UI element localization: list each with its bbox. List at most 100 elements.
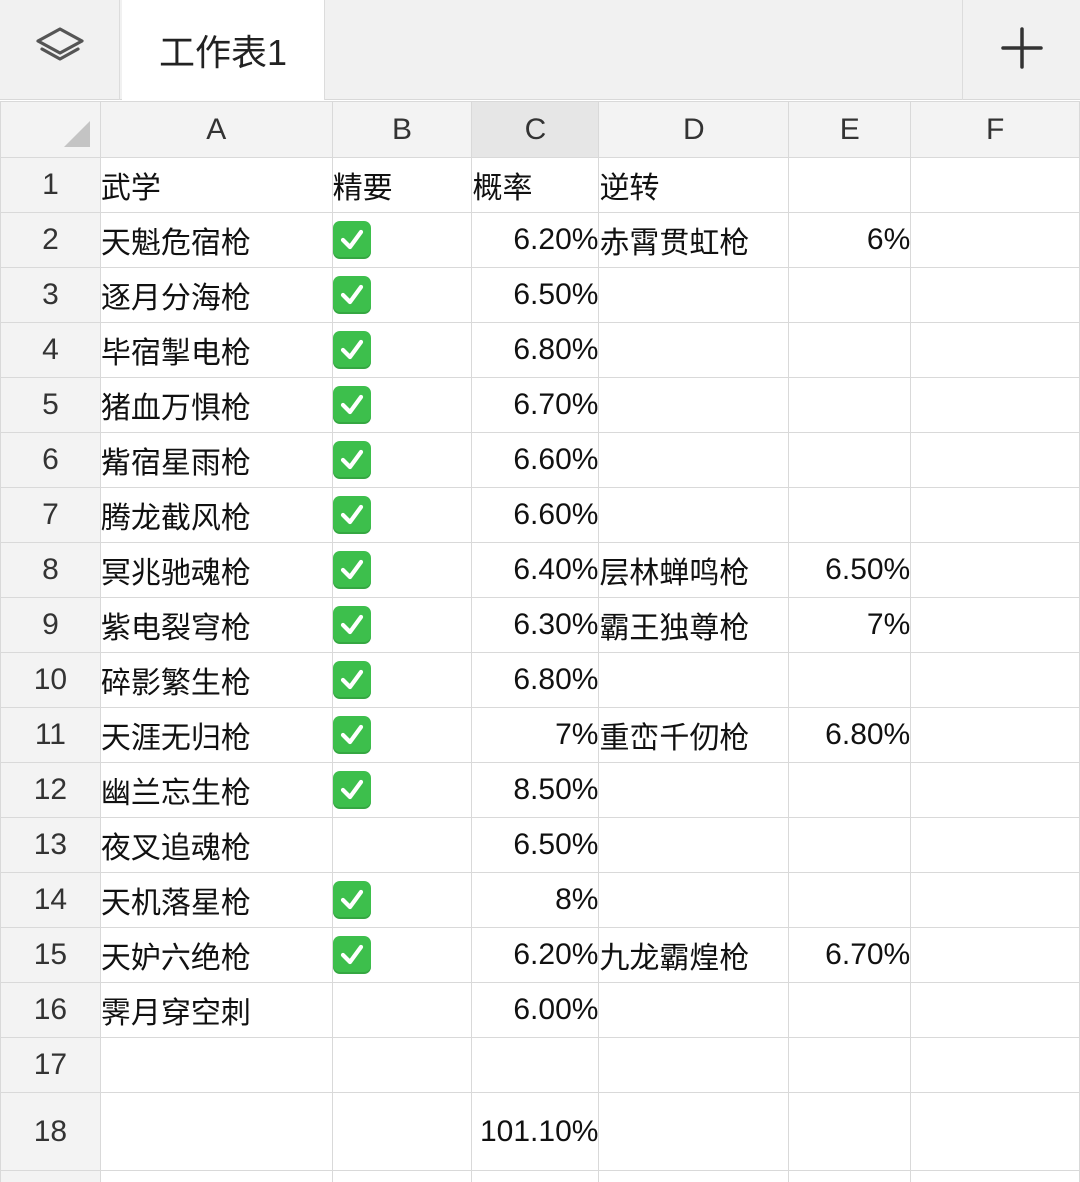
cell-c[interactable]: 8% (471, 872, 600, 928)
cell-a[interactable]: 天机落星枪 (99, 872, 333, 928)
row-header[interactable]: 4 (0, 322, 101, 378)
cell-a[interactable] (99, 1092, 333, 1171)
cell-a[interactable]: 幽兰忘生枪 (99, 762, 333, 818)
cell-b[interactable] (331, 1092, 473, 1171)
cell-e[interactable] (788, 872, 912, 928)
cell-a[interactable]: 觜宿星雨枪 (99, 432, 333, 488)
cell-c[interactable]: 6.60% (471, 432, 600, 488)
cell-d[interactable] (598, 1037, 790, 1093)
cell-b[interactable] (331, 872, 473, 928)
cell-d[interactable]: 九龙霸煌枪 (598, 927, 790, 983)
cell-a[interactable]: 碎影繁生枪 (99, 652, 333, 708)
cell-e[interactable]: 6.80% (788, 707, 912, 763)
cell-b[interactable] (331, 377, 473, 433)
cell-a[interactable]: 冥兆驰魂枪 (99, 542, 333, 598)
row-header[interactable]: 1 (0, 157, 101, 213)
cell-c[interactable]: 6.00% (471, 982, 600, 1038)
cell-c[interactable]: 6.50% (471, 267, 600, 323)
cell-e[interactable] (788, 762, 912, 818)
row-header[interactable]: 15 (0, 927, 101, 983)
cell-d[interactable] (598, 487, 790, 543)
cell-b[interactable] (331, 267, 473, 323)
cell-a[interactable]: 武学 (99, 157, 333, 213)
cell-c[interactable]: 概率 (471, 157, 600, 213)
cell-b[interactable] (331, 652, 473, 708)
cell-f[interactable] (910, 707, 1080, 763)
cell-d[interactable] (598, 872, 790, 928)
cell-a[interactable]: 天妒六绝枪 (99, 927, 333, 983)
cell-f[interactable] (910, 212, 1080, 268)
cell-b[interactable] (331, 927, 473, 983)
row-header[interactable]: 5 (0, 377, 101, 433)
cell-d[interactable] (598, 762, 790, 818)
cell-e[interactable] (788, 487, 912, 543)
column-header-f[interactable]: F (910, 101, 1080, 158)
cell-d[interactable] (598, 432, 790, 488)
cell-a[interactable]: 逐月分海枪 (99, 267, 333, 323)
row-header[interactable]: 7 (0, 487, 101, 543)
cell-e[interactable] (788, 157, 912, 213)
row-header[interactable]: 6 (0, 432, 101, 488)
row-header[interactable]: 14 (0, 872, 101, 928)
cell-e[interactable]: 6.50% (788, 542, 912, 598)
cell-empty[interactable] (788, 1170, 912, 1182)
column-header-b[interactable]: B (331, 101, 473, 158)
cell-e[interactable] (788, 322, 912, 378)
cell-e[interactable] (788, 267, 912, 323)
row-header[interactable]: 11 (0, 707, 101, 763)
cell-c[interactable]: 6.80% (471, 322, 600, 378)
cell-a[interactable]: 毕宿掣电枪 (99, 322, 333, 378)
cell-b[interactable]: 精要 (331, 157, 473, 213)
cell-e[interactable] (788, 377, 912, 433)
cell-e[interactable]: 6% (788, 212, 912, 268)
cell-empty[interactable] (910, 1170, 1080, 1182)
cell-c[interactable]: 6.70% (471, 377, 600, 433)
cell-e[interactable]: 6.70% (788, 927, 912, 983)
cell-b[interactable] (331, 432, 473, 488)
cell-e[interactable] (788, 982, 912, 1038)
column-header-c[interactable]: C (471, 101, 600, 158)
cell-d[interactable]: 霸王独尊枪 (598, 597, 790, 653)
row-header[interactable]: 3 (0, 267, 101, 323)
cell-d[interactable] (598, 267, 790, 323)
cell-a[interactable]: 霁月穿空刺 (99, 982, 333, 1038)
cell-f[interactable] (910, 377, 1080, 433)
cell-a[interactable]: 夜叉追魂枪 (99, 817, 333, 873)
sheet-tab[interactable]: 工作表1 (122, 0, 325, 100)
column-header-d[interactable]: D (598, 101, 790, 158)
cell-b[interactable] (331, 487, 473, 543)
cell-d[interactable] (598, 817, 790, 873)
cell-d[interactable]: 逆转 (598, 157, 790, 213)
cell-f[interactable] (910, 762, 1080, 818)
cell-e[interactable] (788, 652, 912, 708)
cell-c[interactable]: 6.30% (471, 597, 600, 653)
cell-f[interactable] (910, 927, 1080, 983)
cell-d[interactable] (598, 377, 790, 433)
cell-e[interactable] (788, 817, 912, 873)
row-header[interactable]: 17 (0, 1037, 101, 1093)
cell-f[interactable] (910, 487, 1080, 543)
cell-empty[interactable] (598, 1170, 790, 1182)
cell-a[interactable]: 天涯无归枪 (99, 707, 333, 763)
column-header-a[interactable]: A (99, 101, 333, 158)
cell-b[interactable] (331, 542, 473, 598)
cell-d[interactable] (598, 1092, 790, 1171)
cell-f[interactable] (910, 597, 1080, 653)
cell-b[interactable] (331, 212, 473, 268)
cell-c[interactable]: 101.10% (471, 1092, 600, 1171)
select-all-corner[interactable] (0, 101, 101, 158)
cell-e[interactable] (788, 1037, 912, 1093)
cell-f[interactable] (910, 432, 1080, 488)
cell-c[interactable]: 6.20% (471, 927, 600, 983)
cell-f[interactable] (910, 652, 1080, 708)
cell-d[interactable] (598, 982, 790, 1038)
cell-a[interactable]: 紫电裂穹枪 (99, 597, 333, 653)
cell-b[interactable] (331, 707, 473, 763)
cell-a[interactable] (99, 1037, 333, 1093)
row-header[interactable]: 16 (0, 982, 101, 1038)
cell-f[interactable] (910, 157, 1080, 213)
cell-e[interactable]: 7% (788, 597, 912, 653)
cell-f[interactable] (910, 982, 1080, 1038)
cell-a[interactable]: 天魁危宿枪 (99, 212, 333, 268)
cell-b[interactable] (331, 322, 473, 378)
